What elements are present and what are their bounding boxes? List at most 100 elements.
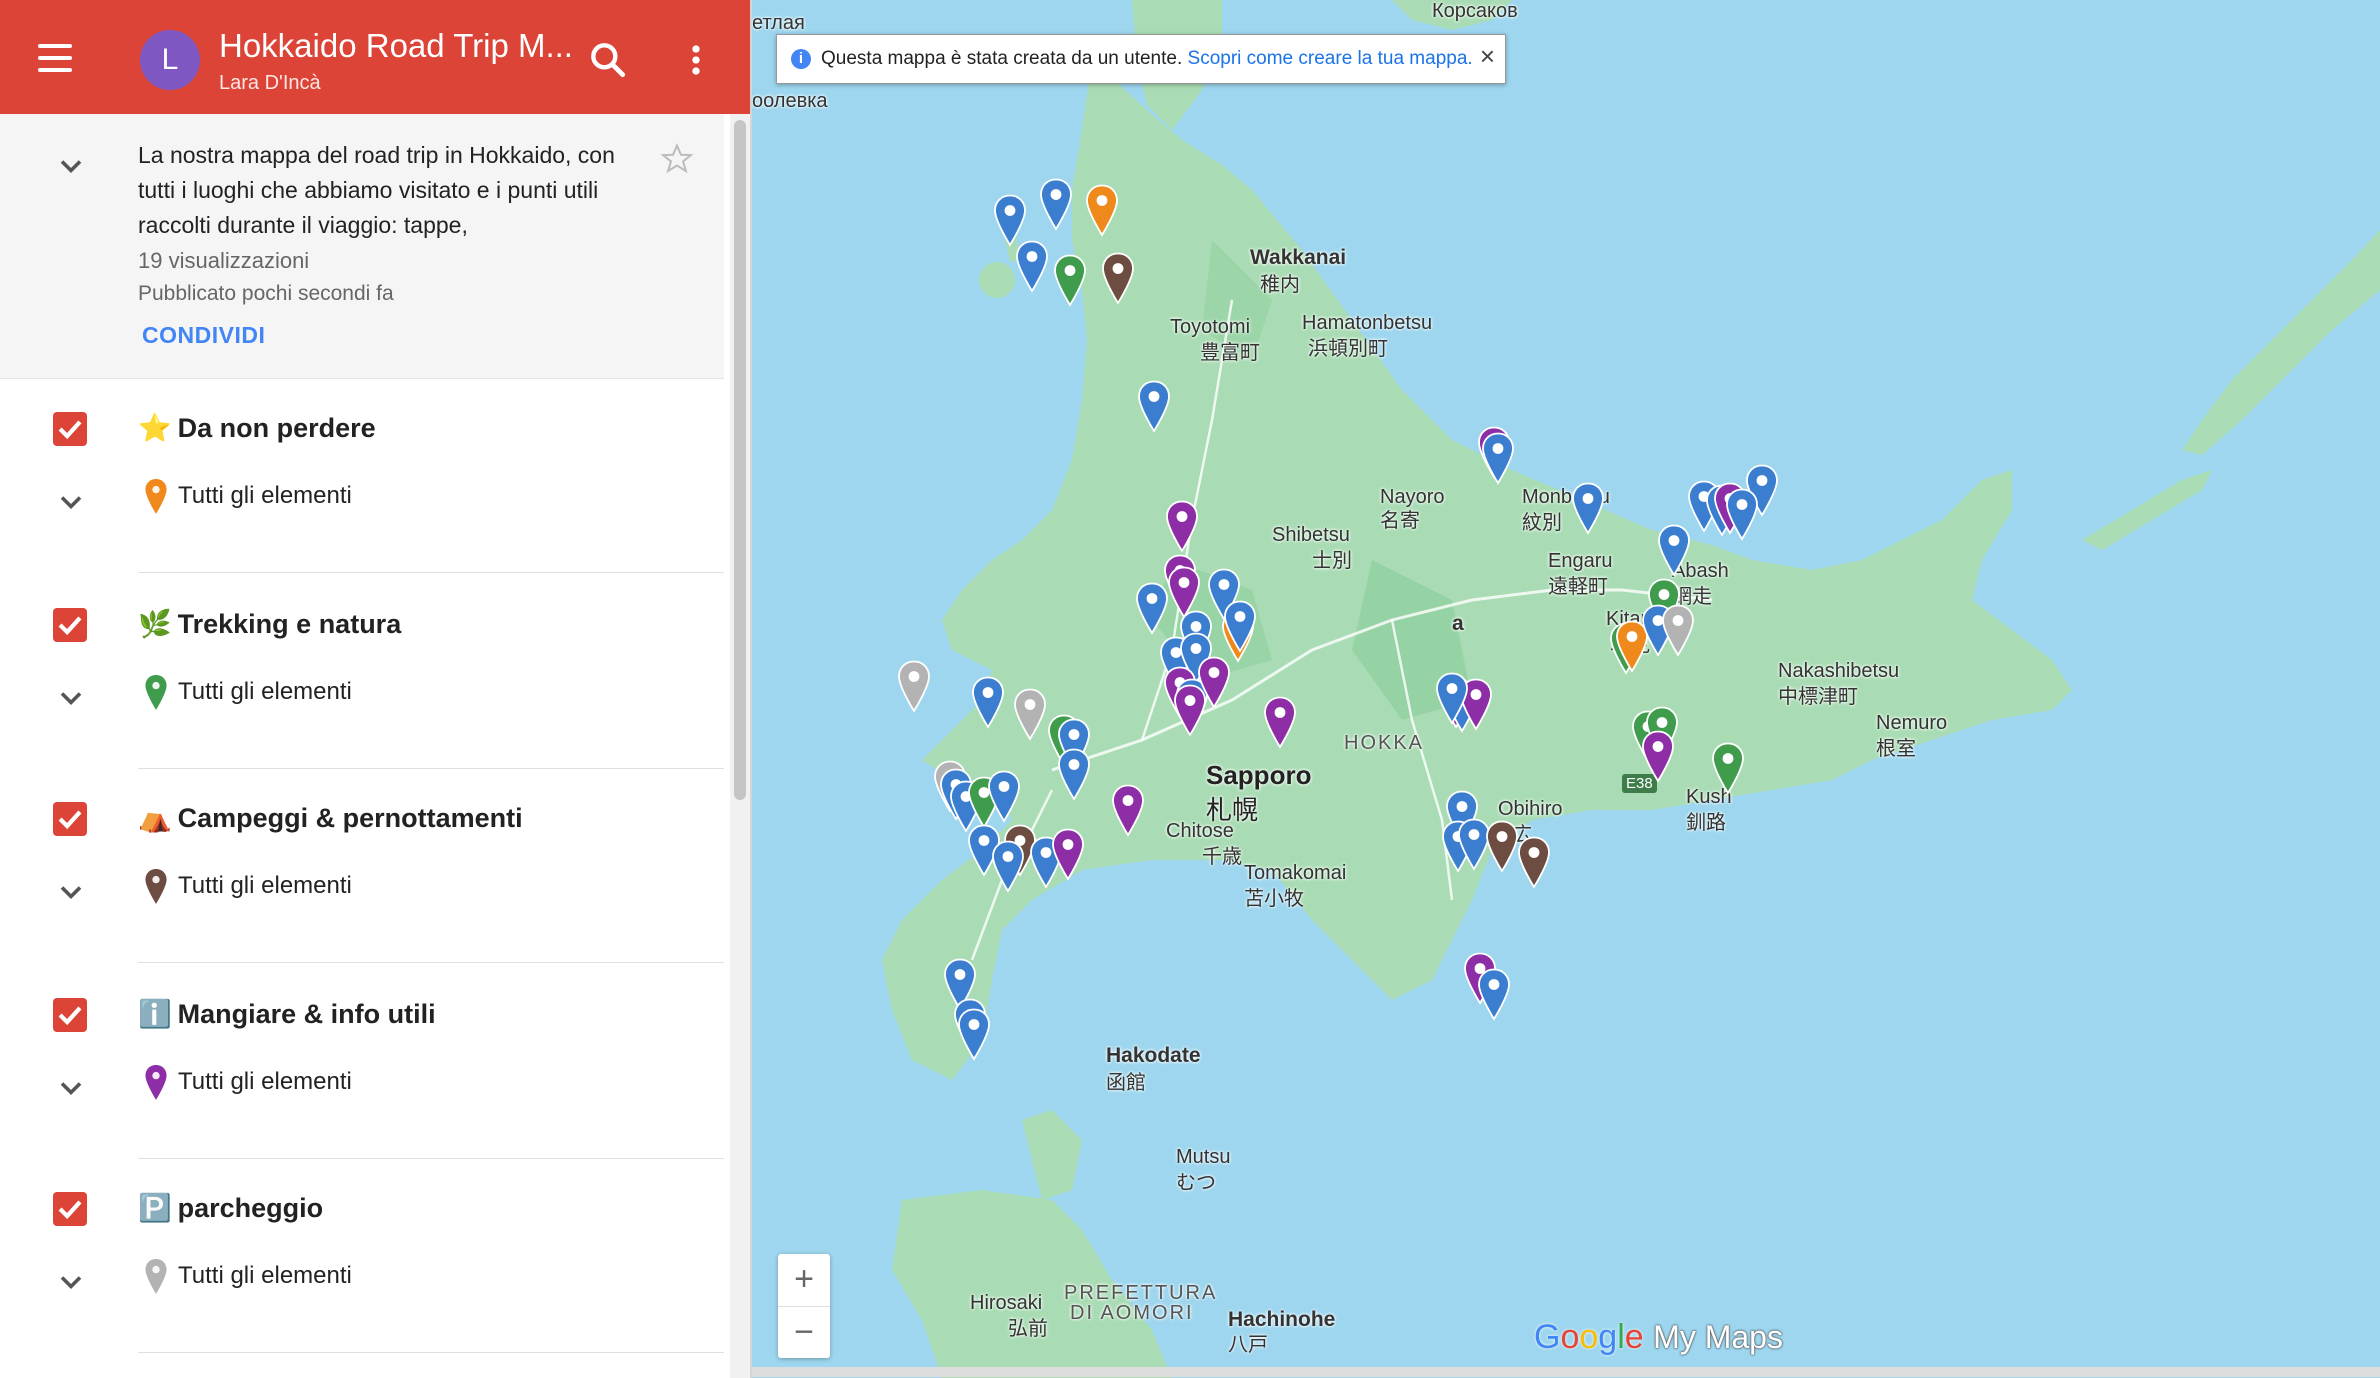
map-pin[interactable] (1109, 784, 1147, 838)
scrollbar-thumb[interactable] (734, 120, 746, 800)
map-pin[interactable] (1475, 968, 1513, 1022)
map-pin[interactable] (1011, 688, 1049, 742)
place-tomakomai-jp: 苫小牧 (1244, 888, 1304, 910)
place-hirosaki-jp: 弘前 (1008, 1318, 1048, 1340)
chevron-down-icon[interactable] (53, 680, 89, 716)
layer-pin-icon (143, 674, 169, 712)
place-chitose-jp: 千歳 (1202, 846, 1242, 868)
chevron-down-icon[interactable] (53, 1264, 89, 1300)
map-title: Hokkaido Road Trip M... (219, 27, 573, 64)
zoom-out-button[interactable]: − (778, 1307, 830, 1359)
map-canvas[interactable]: Wakkanai 稚内 Toyotomi 豊富町 Hamatonbetsu 浜頓… (752, 0, 2380, 1378)
map-pin[interactable] (895, 660, 933, 714)
map-pin[interactable] (1723, 488, 1761, 542)
place-hakodate-jp: 函館 (1106, 1072, 1146, 1094)
map-pin[interactable] (1639, 730, 1677, 784)
star-icon[interactable] (660, 142, 694, 176)
place-hachinohe-jp: 八戸 (1228, 1334, 1268, 1356)
place-wakkanai: Wakkanai (1250, 246, 1347, 269)
banner-message: Questa mappa è stata creata da un utente… (821, 48, 1183, 69)
map-pin[interactable] (1261, 696, 1299, 750)
layer-name: ⭐ Da non perdere (138, 413, 376, 443)
sidebar: L Hokkaido Road Trip M... Lara D'Incà La… (0, 0, 752, 1378)
place-nayoro-jp: 名寄 (1380, 510, 1420, 532)
place-mutsu-jp: むつ (1176, 1172, 1216, 1194)
place-nemuro-jp: 根室 (1876, 738, 1916, 760)
layer-checkbox[interactable] (53, 1192, 87, 1226)
chevron-down-icon[interactable] (53, 874, 89, 910)
more-options-icon[interactable] (674, 38, 718, 82)
map-pin[interactable] (1515, 836, 1553, 890)
close-icon[interactable]: × (1480, 41, 1495, 72)
place-aomori-2: DI AOMORI (1070, 1302, 1194, 1324)
layer-name: ℹ️ Mangiare & info utili (138, 999, 436, 1029)
place-sapporo: Sapporo (1206, 760, 1312, 790)
layer-pin-icon (143, 1258, 169, 1296)
layer-2: ⛺ Campeggi & pernottamenti Tutti gli eleme… (0, 768, 724, 963)
map-pin[interactable] (1055, 748, 1093, 802)
map-pin[interactable] (1221, 600, 1259, 654)
layer-pin-icon (143, 868, 169, 906)
place-engaru-jp: 遠軽町 (1548, 576, 1608, 598)
layer-0: ⭐ Da non perdere Tutti gli elementi (0, 378, 724, 573)
layer-items-link[interactable]: Tutti gli elementi (178, 872, 352, 900)
place-toyotomi-jp: 豊富町 (1200, 342, 1260, 364)
search-icon[interactable] (586, 38, 630, 82)
banner-link[interactable]: Scopri come creare la tua mappa. (1188, 48, 1473, 69)
layer-pin-icon (143, 1064, 169, 1102)
map-pin[interactable] (1037, 178, 1075, 232)
layer-divider (138, 572, 724, 573)
map-pin[interactable] (1163, 500, 1201, 554)
map-pin[interactable] (1569, 482, 1607, 536)
place-kushiro-jp: 釧路 (1686, 812, 1726, 834)
layer-items-link[interactable]: Tutti gli elementi (178, 482, 352, 510)
map-pin[interactable] (955, 1008, 993, 1062)
map-pin[interactable] (1659, 604, 1697, 658)
layer-3: ℹ️ Mangiare & info utili Tutti gli element… (0, 964, 724, 1159)
layer-name: 🅿️ parcheggio (138, 1193, 324, 1223)
chevron-down-icon[interactable] (53, 484, 89, 520)
map-pin[interactable] (1049, 828, 1087, 882)
layer-items-link[interactable]: Tutti gli elementi (178, 678, 352, 706)
place-top-left-2: оолевка (752, 90, 828, 112)
chevron-down-icon[interactable] (53, 1070, 89, 1106)
layer-checkbox[interactable] (53, 802, 87, 836)
place-hakodate: Hakodate (1106, 1044, 1201, 1067)
place-top-left-1: етлая (752, 12, 805, 34)
map-pin[interactable] (1135, 380, 1173, 434)
place-asahikawa: a (1452, 612, 1464, 635)
layer-name: 🌿 Trekking e natura (138, 609, 402, 639)
map-pin[interactable] (1013, 240, 1051, 294)
place-top-right: Корсаков (1432, 0, 1518, 22)
map-pin[interactable] (1051, 254, 1089, 308)
map-description: La nostra mappa del road trip in Hokkaid… (0, 114, 724, 379)
place-monbetsu-jp: 紋別 (1522, 512, 1562, 534)
map-pin[interactable] (985, 770, 1023, 824)
layer-4: 🅿️ parcheggio Tutti gli elementi (0, 1158, 724, 1353)
layer-divider (138, 1352, 724, 1353)
map-pin[interactable] (1433, 672, 1471, 726)
layer-checkbox[interactable] (53, 412, 87, 446)
map-pin[interactable] (1479, 432, 1517, 486)
layer-name: ⛺ Campeggi & pernottamenti (138, 803, 523, 833)
chevron-down-icon[interactable] (53, 148, 89, 184)
menu-icon[interactable] (38, 44, 74, 72)
map-pin[interactable] (969, 676, 1007, 730)
map-pin[interactable] (1099, 252, 1137, 306)
info-icon: i (791, 49, 811, 69)
layer-items-link[interactable]: Tutti gli elementi (178, 1262, 352, 1290)
map-pin[interactable] (989, 840, 1027, 894)
app-root: L Hokkaido Road Trip M... Lara D'Incà La… (0, 0, 2380, 1378)
layer-checkbox[interactable] (53, 608, 87, 642)
published-time: Pubblicato pochi secondi fa (138, 282, 394, 305)
map-pin[interactable] (1195, 656, 1233, 710)
google-my-maps-logo: Google My Maps (1534, 1318, 1783, 1356)
map-pin[interactable] (1083, 184, 1121, 238)
map-pin[interactable] (1133, 582, 1171, 636)
avatar[interactable]: L (140, 30, 200, 90)
map-pin[interactable] (1709, 742, 1747, 796)
layer-items-link[interactable]: Tutti gli elementi (178, 1068, 352, 1096)
zoom-in-button[interactable]: + (778, 1254, 830, 1306)
share-button[interactable]: CONDIVIDI (142, 322, 265, 349)
layer-checkbox[interactable] (53, 998, 87, 1032)
